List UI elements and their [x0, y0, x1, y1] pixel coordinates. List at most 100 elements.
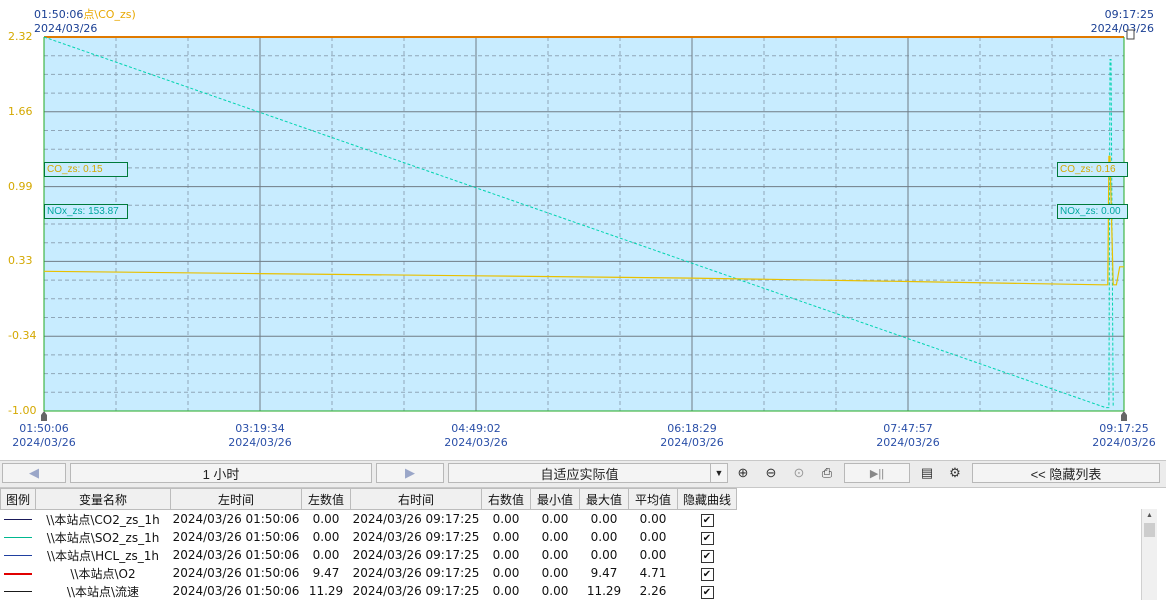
min-value: 0.00 [541, 548, 569, 562]
trend-chart[interactable]: 01:50:06点\CO_zs) 2024/03/26 09:17:25 202… [0, 0, 1166, 460]
max-value: 0.00 [590, 512, 618, 526]
settings-icon[interactable]: ⚙ [944, 463, 966, 483]
col-legend[interactable]: 图例 [0, 488, 36, 510]
scroll-up-arrow[interactable]: ▲ [1142, 509, 1157, 523]
hide-curve-checkbox[interactable]: ✔ [678, 510, 737, 529]
right-value: 0.00 [492, 566, 520, 580]
checkbox[interactable]: ✔ [700, 513, 714, 527]
legend-swatch [1, 510, 36, 529]
variable-table: 图例 变量名称 左时间 左数值 右时间 右数值 最小值 最大值 平均值 隐藏曲线… [0, 488, 737, 600]
avg-value: 2.26 [639, 584, 667, 598]
col-hide-curve[interactable]: 隐藏曲线 [677, 488, 737, 510]
left-time: 2024/03/26 01:50:06 [172, 548, 300, 562]
zoom-in-icon[interactable]: ⊕ [732, 463, 754, 483]
variable-name: \\本站点\CO2_zs_1h [46, 512, 160, 527]
checkbox[interactable]: ✔ [700, 549, 714, 563]
max-value: 0.00 [590, 548, 618, 562]
max-value: 11.29 [586, 584, 622, 598]
col-left-time[interactable]: 左时间 [170, 488, 302, 510]
marker-nox-right[interactable]: NOx_zs: 0.00 [1057, 204, 1128, 219]
time-span-display[interactable]: 1 小时 [70, 463, 372, 483]
min-value: 0.00 [541, 584, 569, 598]
right-time: 2024/03/26 09:17:25 [352, 584, 480, 598]
export-icon[interactable]: ▤ [916, 463, 938, 483]
scale-mode-value: 自适应实际值 [540, 466, 619, 482]
play-button[interactable]: ▶|| [844, 463, 910, 483]
hide-list-button[interactable]: << 隐藏列表 [972, 463, 1160, 483]
col-max[interactable]: 最大值 [579, 488, 629, 510]
legend-swatch [1, 528, 36, 546]
right-value: 0.00 [492, 512, 520, 526]
avg-value: 0.00 [639, 512, 667, 526]
right-value: 0.00 [492, 548, 520, 562]
right-time: 2024/03/26 09:17:25 [352, 512, 480, 526]
print-icon[interactable]: ⎙ [816, 463, 838, 483]
top-right-cursor-handle [1126, 29, 1135, 40]
legend-swatch [1, 564, 36, 582]
checkbox[interactable]: ✔ [700, 531, 714, 545]
chevron-down-icon[interactable]: ▼ [710, 464, 727, 482]
scale-mode-select[interactable]: 自适应实际值 ▼ [448, 463, 728, 483]
scroll-thumb[interactable] [1144, 523, 1155, 537]
hide-curve-checkbox[interactable]: ✔ [678, 546, 737, 564]
table-row[interactable]: \\本站点\SO2_zs_1h 2024/03/26 01:50:06 0.00 20… [1, 528, 737, 546]
col-avg[interactable]: 平均值 [628, 488, 678, 510]
left-value: 0.00 [312, 530, 340, 544]
table-scrollbar[interactable]: ▲ [1141, 509, 1157, 600]
table-row[interactable]: \\本站点\CO2_zs_1h 2024/03/26 01:50:06 0.00 20… [1, 510, 737, 529]
table-row[interactable]: \\本站点\O2 2024/03/26 01:50:06 9.47 2024/03/2… [1, 564, 737, 582]
col-name[interactable]: 变量名称 [35, 488, 171, 510]
zoom-out-icon[interactable]: ⊖ [760, 463, 782, 483]
right-time: 2024/03/26 09:17:25 [352, 548, 480, 562]
left-time: 2024/03/26 01:50:06 [172, 566, 300, 580]
legend-line-icon [4, 555, 32, 556]
left-value: 0.00 [312, 512, 340, 526]
variable-name: \\本站点\SO2_zs_1h [46, 530, 160, 545]
hide-curve-checkbox[interactable]: ✔ [678, 564, 737, 582]
legend-line-icon [4, 572, 32, 575]
variable-name: \\本站点\O2 [70, 566, 136, 581]
avg-value: 4.71 [639, 566, 667, 580]
plot-area[interactable] [0, 0, 1166, 460]
marker-co-right[interactable]: CO_zs: 0.16 [1057, 162, 1128, 177]
table-row[interactable]: \\本站点\HCL_zs_1h 2024/03/26 01:50:06 0.00 20… [1, 546, 737, 564]
checkbox[interactable]: ✔ [700, 585, 714, 599]
left-time: 2024/03/26 01:50:06 [172, 584, 300, 598]
left-value: 0.00 [312, 548, 340, 562]
legend-swatch [1, 546, 36, 564]
right-value: 0.00 [492, 530, 520, 544]
checkbox[interactable]: ✔ [700, 567, 714, 581]
hide-curve-checkbox[interactable]: ✔ [678, 582, 737, 600]
max-value: 0.00 [590, 530, 618, 544]
col-right-value[interactable]: 右数值 [481, 488, 531, 510]
variable-name: \\本站点\流速 [66, 584, 140, 599]
left-value: 11.29 [308, 584, 344, 598]
marker-co-left[interactable]: CO_zs: 0.15 [44, 162, 128, 177]
right-time: 2024/03/26 09:17:25 [352, 566, 480, 580]
col-right-time[interactable]: 右时间 [350, 488, 482, 510]
prev-page-button[interactable]: ◀ [2, 463, 66, 483]
variable-name: \\本站点\HCL_zs_1h [46, 548, 159, 563]
right-value: 0.00 [492, 584, 520, 598]
avg-value: 0.00 [639, 548, 667, 562]
max-value: 9.47 [590, 566, 618, 580]
legend-line-icon [4, 591, 32, 592]
left-cursor-handle [41, 411, 47, 421]
zoom-reset-icon[interactable]: ⊙ [788, 463, 810, 483]
hide-curve-checkbox[interactable]: ✔ [678, 528, 737, 546]
min-value: 0.00 [541, 566, 569, 580]
marker-nox-left[interactable]: NOx_zs: 153.87 [44, 204, 128, 219]
legend-line-icon [4, 537, 32, 538]
legend-line-icon [4, 519, 32, 520]
table-row[interactable]: \\本站点\流速 2024/03/26 01:50:06 11.29 2024/03/… [1, 582, 737, 600]
avg-value: 0.00 [639, 530, 667, 544]
left-time: 2024/03/26 01:50:06 [172, 530, 300, 544]
left-value: 9.47 [312, 566, 340, 580]
legend-swatch [1, 582, 36, 600]
min-value: 0.00 [541, 530, 569, 544]
col-left-value[interactable]: 左数值 [301, 488, 351, 510]
next-page-button[interactable]: ▶ [376, 463, 444, 483]
left-time: 2024/03/26 01:50:06 [172, 512, 300, 526]
col-min[interactable]: 最小值 [530, 488, 580, 510]
right-time: 2024/03/26 09:17:25 [352, 530, 480, 544]
